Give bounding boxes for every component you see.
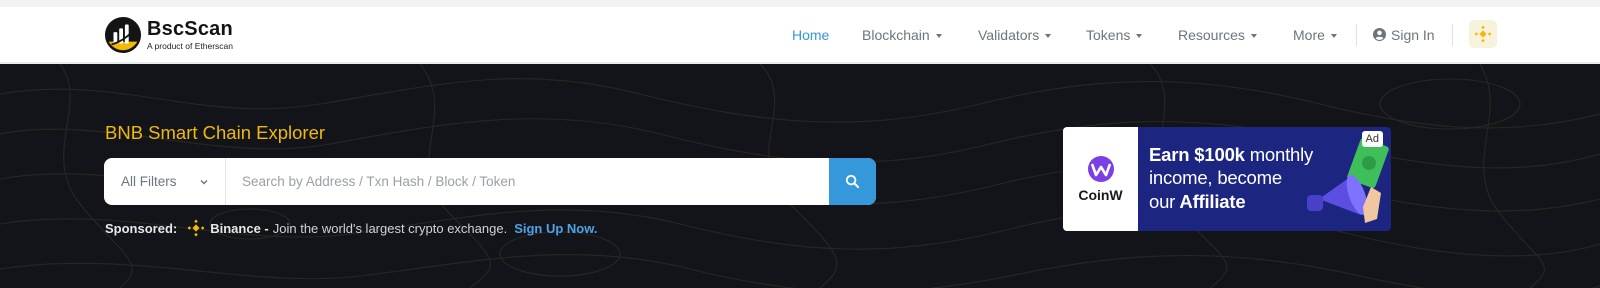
nav-item-label: Blockchain	[862, 26, 930, 43]
filter-label: All Filters	[121, 174, 177, 189]
nav-divider	[1452, 24, 1453, 46]
hero-title: BNB Smart Chain Explorer	[105, 122, 326, 143]
brand-logo[interactable]: BscScan A product of Etherscan	[104, 14, 233, 56]
bscscan-logo-icon	[104, 16, 142, 54]
nav-item-label: Tokens	[1086, 26, 1131, 43]
ad-text-earn: Earn	[1149, 144, 1190, 165]
sponsored-banner: Sponsored: Binance - Join the world's la…	[105, 219, 598, 237]
search-bar: All Filters	[104, 158, 876, 205]
ad-headline: Earn $100k monthly income, become our Af…	[1149, 143, 1324, 213]
ad-brand-panel: CoinW	[1063, 127, 1138, 231]
ad-text-our: our	[1149, 190, 1176, 212]
nav-divider	[1356, 24, 1357, 46]
nav-item-tokens[interactable]: Tokens	[1086, 7, 1143, 62]
nav-item-more[interactable]: More	[1293, 7, 1337, 62]
sponsored-label: Sponsored:	[105, 220, 178, 236]
ad-promo-panel: Earn $100k monthly income, become our Af…	[1138, 127, 1391, 231]
coinw-logo-icon	[1087, 156, 1114, 182]
ad-badge: Ad	[1361, 131, 1383, 147]
search-icon	[845, 174, 860, 189]
filter-dropdown[interactable]: All Filters	[104, 158, 226, 205]
hero-section: BNB Smart Chain Explorer All Filters Spo…	[0, 64, 1600, 288]
binance-icon	[187, 219, 205, 237]
coinw-ad-banner[interactable]: CoinW Earn $100k monthly income, become …	[1063, 127, 1391, 231]
nav-item-blockchain[interactable]: Blockchain	[862, 7, 942, 62]
chevron-down-icon	[200, 179, 208, 184]
chevron-down-icon	[1250, 33, 1257, 38]
sponsor-text: Join the world's largest crypto exchange…	[272, 220, 508, 236]
chevron-down-icon	[1136, 33, 1143, 38]
ad-brand-name: CoinW	[1078, 187, 1123, 203]
nav-item-validators[interactable]: Validators	[978, 7, 1052, 62]
brand-tagline: A product of Etherscan	[147, 41, 233, 52]
nav-item-resources[interactable]: Resources	[1178, 7, 1257, 62]
signin-link[interactable]: Sign In	[1373, 7, 1435, 62]
navbar: BscScan A product of Etherscan Home Bloc…	[0, 7, 1600, 64]
network-switch-button[interactable]	[1469, 20, 1497, 48]
ad-text-affiliate: Affiliate	[1179, 190, 1246, 212]
brand-name: BscScan	[147, 18, 233, 41]
search-input[interactable]	[226, 158, 829, 205]
top-strip	[0, 0, 1600, 7]
signin-label: Sign In	[1391, 26, 1435, 43]
nav-item-label: Resources	[1178, 26, 1245, 43]
nav-item-label[interactable]: Home	[792, 27, 829, 43]
bnb-icon	[1474, 25, 1492, 43]
nav-item-label: Validators	[978, 26, 1040, 43]
sponsor-signup-link[interactable]: Sign Up Now.	[514, 221, 597, 236]
search-button[interactable]	[829, 158, 876, 205]
chevron-down-icon	[1045, 33, 1052, 38]
user-circle-icon	[1373, 28, 1386, 41]
chevron-down-icon	[1330, 33, 1337, 38]
ad-text-amount: $100k	[1194, 144, 1245, 165]
chevron-down-icon	[935, 33, 942, 38]
ad-text-line2: income, become	[1149, 167, 1282, 189]
nav-item-home[interactable]: Home	[792, 7, 829, 62]
nav-item-label: More	[1293, 26, 1325, 43]
sponsor-name: Binance -	[210, 220, 269, 236]
